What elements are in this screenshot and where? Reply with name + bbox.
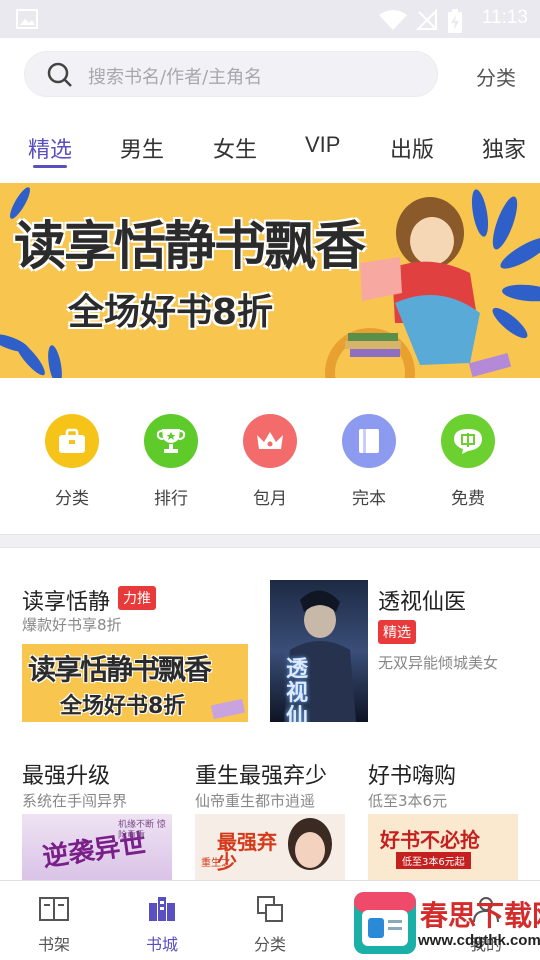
book-icon: [359, 429, 379, 453]
tab-male[interactable]: 男生: [120, 132, 164, 164]
featured-left-title: 读享恬静: [22, 590, 111, 615]
featured-right-subtitle: 无双异能倾城美女: [378, 654, 499, 672]
crown-icon: [257, 432, 283, 449]
row-book-title: 重生最强弃少: [195, 764, 328, 789]
search-input[interactable]: 搜索书名/作者/主角名: [24, 51, 438, 97]
featured-right-title: 透视仙医: [378, 590, 467, 615]
section-divider: [0, 534, 540, 548]
tab-female[interactable]: 女生: [213, 132, 257, 164]
site-watermark: 春思下载网 www.cdgthk.com: [296, 892, 540, 956]
search-icon: [47, 62, 72, 87]
battery-charging-icon: [448, 9, 462, 33]
watermark-logo: [354, 892, 416, 954]
featured-left-subtitle: 爆款好书享8折: [22, 616, 122, 634]
quick-entry-monthly[interactable]: 包月: [232, 414, 308, 509]
featured-right-card[interactable]: 透视仙医 透视仙医 精选 无双异能倾城美女: [270, 548, 540, 738]
trophy-icon: [156, 429, 186, 453]
bag-icon: [59, 428, 85, 453]
no-signal-icon: [416, 9, 437, 30]
status-bar: 11:13: [0, 0, 540, 38]
quick-entry-ranking[interactable]: 排行: [133, 414, 209, 509]
active-tab-indicator: [33, 165, 67, 168]
banner-title: 读享恬静书飘香: [14, 217, 366, 277]
image-notification-icon: [16, 9, 38, 29]
status-time: 11:13: [481, 7, 528, 28]
nav-bookstore[interactable]: 书城: [122, 895, 202, 955]
quick-entry-completed[interactable]: 完本: [331, 414, 407, 509]
row-book-cover: 逆袭异世 机缘不断 惊险重重: [22, 814, 172, 880]
featured-left-card[interactable]: 读享恬静 力推 爆款好书享8折 读享恬静书飘香 全场好书8折: [0, 548, 260, 738]
featured-right-tag: 精选: [378, 620, 416, 644]
row-book-subtitle: 低至3本6元: [368, 792, 448, 810]
tab-publish[interactable]: 出版: [390, 132, 434, 164]
category-icon: [257, 896, 283, 922]
search-placeholder: 搜索书名/作者/主角名: [88, 67, 263, 88]
tab-vip[interactable]: VIP: [305, 132, 340, 158]
bookshelf-icon: [39, 897, 69, 921]
quick-entry-category[interactable]: 分类: [34, 414, 110, 509]
row-book-title: 最强升级: [22, 764, 111, 789]
row-book-cover: 好书不必抢 低至3本6元起: [368, 814, 518, 880]
row-book-subtitle: 系统在手闯异界: [22, 792, 128, 810]
nav-bookshelf[interactable]: 书架: [14, 895, 94, 955]
bookstore-icon: [149, 897, 175, 921]
category-link[interactable]: 分类: [476, 62, 516, 91]
featured-left-tag: 力推: [118, 586, 156, 610]
row-book-cover: 最强弃少 重生之: [195, 814, 345, 880]
banner-subtitle: 全场好书8折: [68, 292, 274, 333]
wifi-icon: [379, 10, 407, 30]
book-feed: 读享恬静 力推 爆款好书享8折 读享恬静书飘香 全场好书8折 透视仙医 透视仙医…: [0, 548, 540, 880]
row-book-2[interactable]: 重生最强弃少 仙帝重生都市逍遥 最强弃少 重生之: [195, 754, 355, 880]
channel-tabs: 精选 男生 女生 VIP 出版 独家: [0, 114, 540, 182]
row-book-1[interactable]: 最强升级 系统在手闯异界 逆袭异世 机缘不断 惊险重重: [22, 754, 182, 880]
quick-entry-row: 分类 排行 包月 完本 免费: [0, 378, 540, 534]
tab-featured[interactable]: 精选: [28, 132, 72, 164]
row-book-title: 好书嗨购: [368, 764, 457, 789]
search-row: 搜索书名/作者/主角名 分类: [0, 38, 540, 114]
featured-left-image: 读享恬静书飘香 全场好书8折: [22, 644, 248, 722]
featured-right-cover: 透视仙医: [270, 580, 368, 722]
free-icon: [454, 429, 482, 454]
watermark-url: www.cdgthk.com: [418, 932, 540, 949]
tab-exclusive[interactable]: 独家: [482, 132, 526, 164]
row-book-subtitle: 仙帝重生都市逍遥: [195, 792, 316, 810]
row-book-3[interactable]: 好书嗨购 低至3本6元 好书不必抢 低至3本6元起: [368, 754, 528, 880]
watermark-name: 春思下载网: [420, 899, 540, 932]
quick-entry-free[interactable]: 免费: [430, 414, 506, 509]
